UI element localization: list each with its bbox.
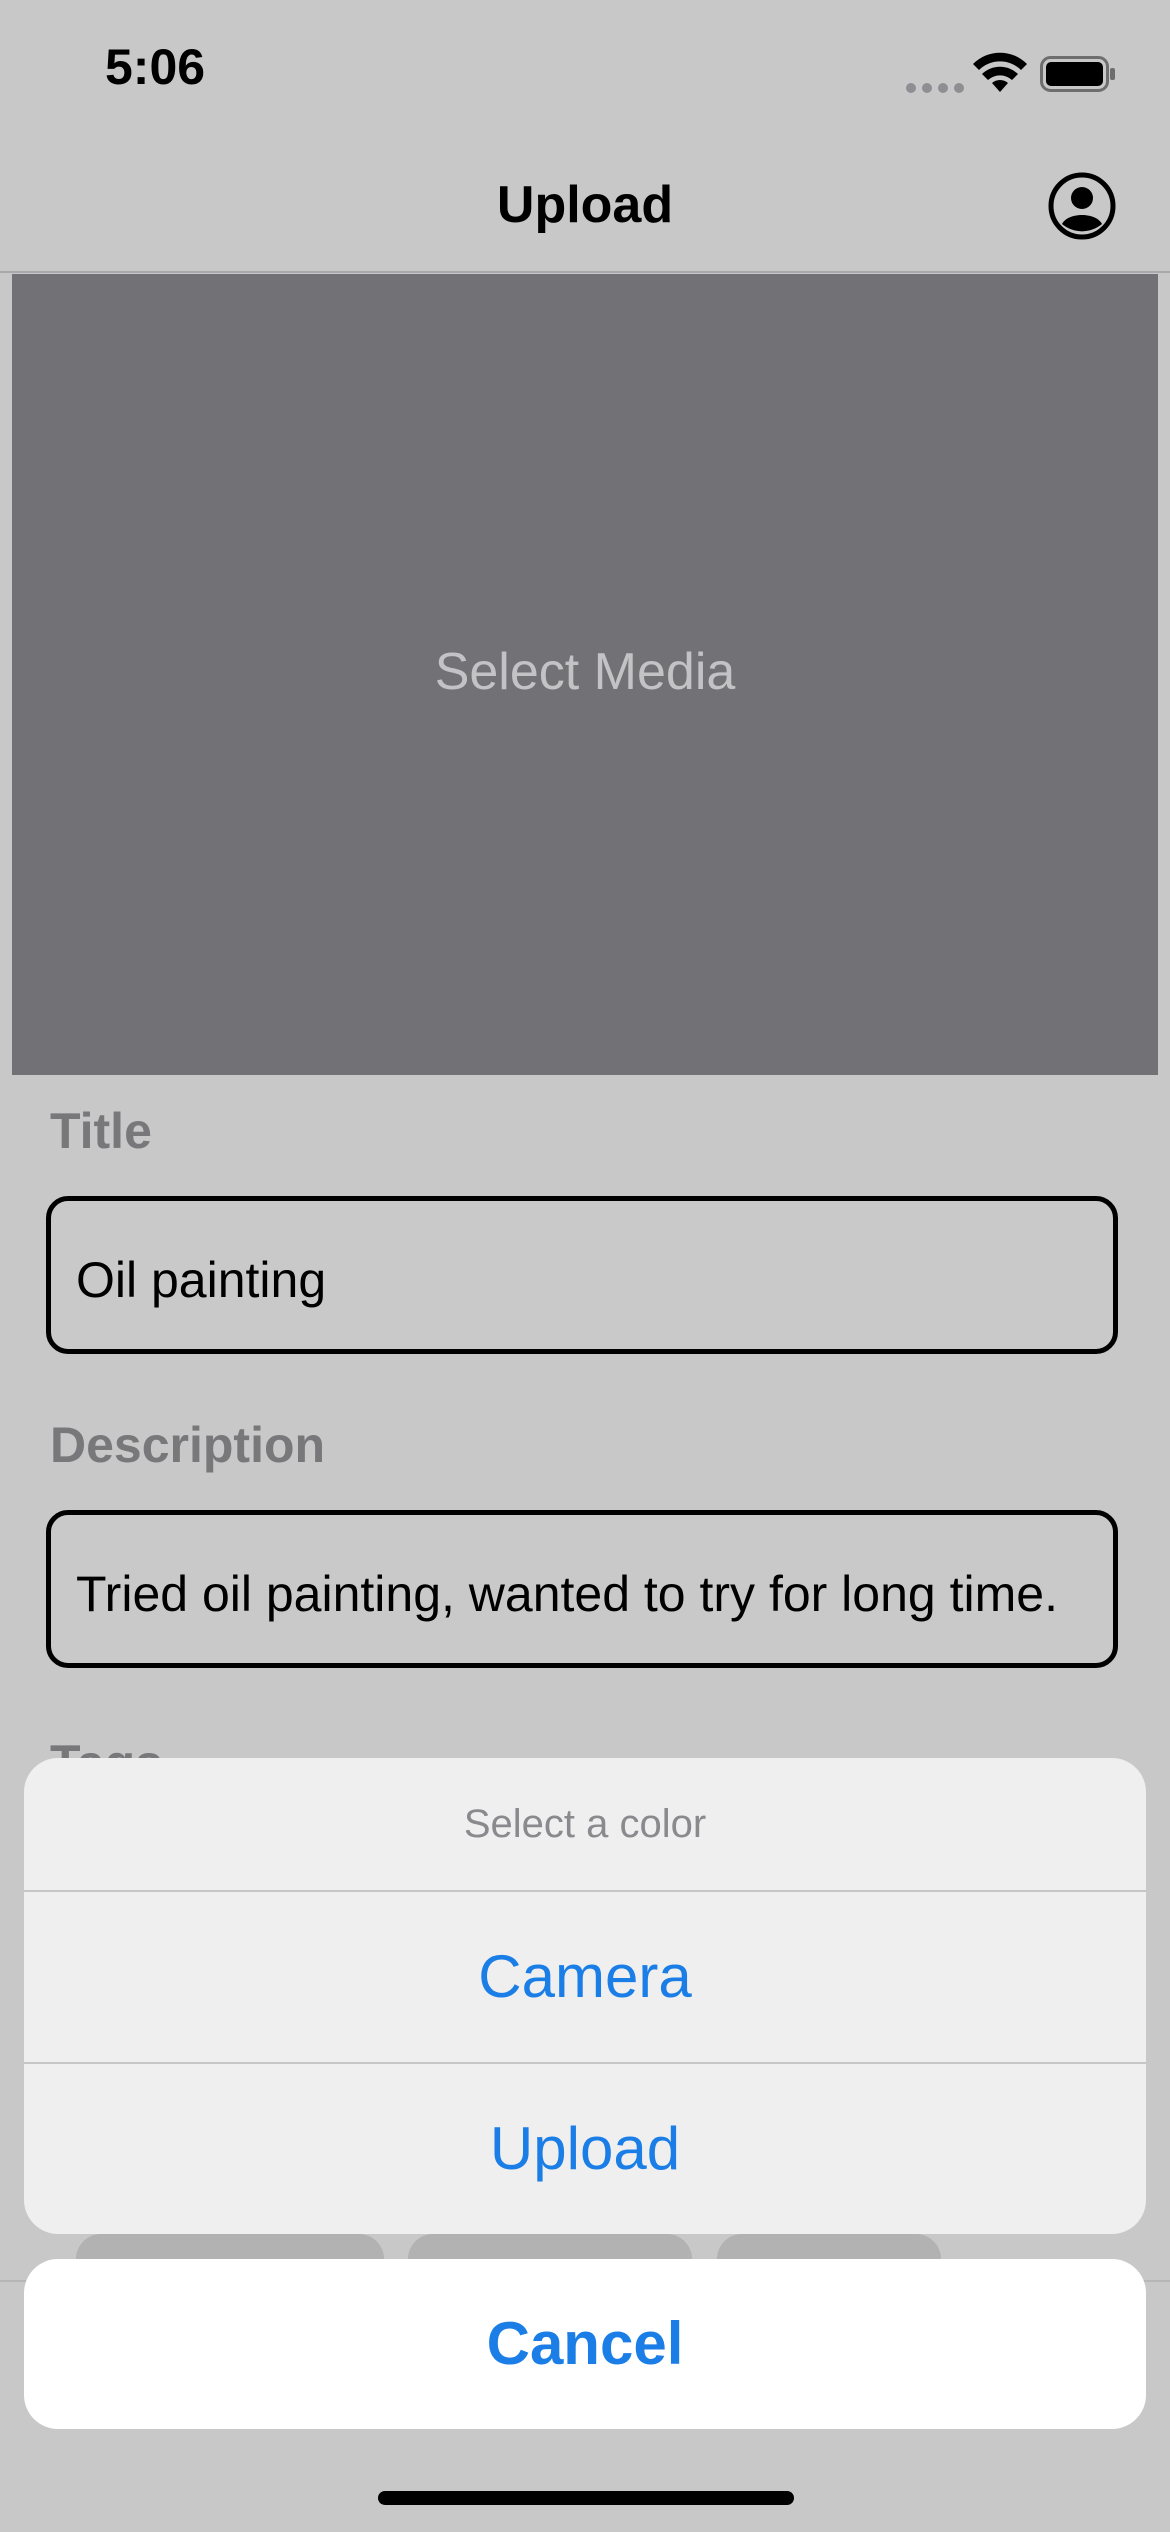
cancel-button[interactable]: Cancel	[24, 2259, 1146, 2429]
battery-icon	[1040, 56, 1115, 92]
description-field[interactable]: Tried oil painting, wanted to try for lo…	[46, 1510, 1118, 1668]
wifi-icon	[973, 52, 1027, 92]
description-field-value: Tried oil painting, wanted to try for lo…	[76, 1566, 1058, 1622]
nav-divider	[0, 271, 1170, 273]
tags-label: Tags	[50, 1728, 163, 1758]
signal-icon	[906, 83, 964, 93]
title-field-value: Oil painting	[76, 1252, 327, 1308]
title-label: Title	[50, 1103, 152, 1159]
tag-chip	[408, 2234, 692, 2259]
status-time: 5:06	[105, 39, 206, 95]
camera-button[interactable]: Camera	[24, 1892, 1146, 2062]
tag-chip	[76, 2234, 384, 2259]
home-indicator[interactable]	[378, 2491, 794, 2505]
title-field[interactable]: Oil painting	[46, 1196, 1118, 1354]
tag-chip	[717, 2234, 941, 2259]
upload-button[interactable]: Upload	[24, 2064, 1146, 2234]
action-sheet-title: Select a color	[463, 1802, 707, 1846]
select-media-area[interactable]: Select Media	[12, 274, 1158, 1075]
select-media-label: Select Media	[434, 643, 736, 701]
page-title: Upload	[496, 176, 674, 234]
description-label: Description	[50, 1417, 326, 1473]
person-circle-icon[interactable]	[1048, 172, 1116, 240]
action-sheet: Select a color Camera Upload	[24, 1758, 1146, 2234]
